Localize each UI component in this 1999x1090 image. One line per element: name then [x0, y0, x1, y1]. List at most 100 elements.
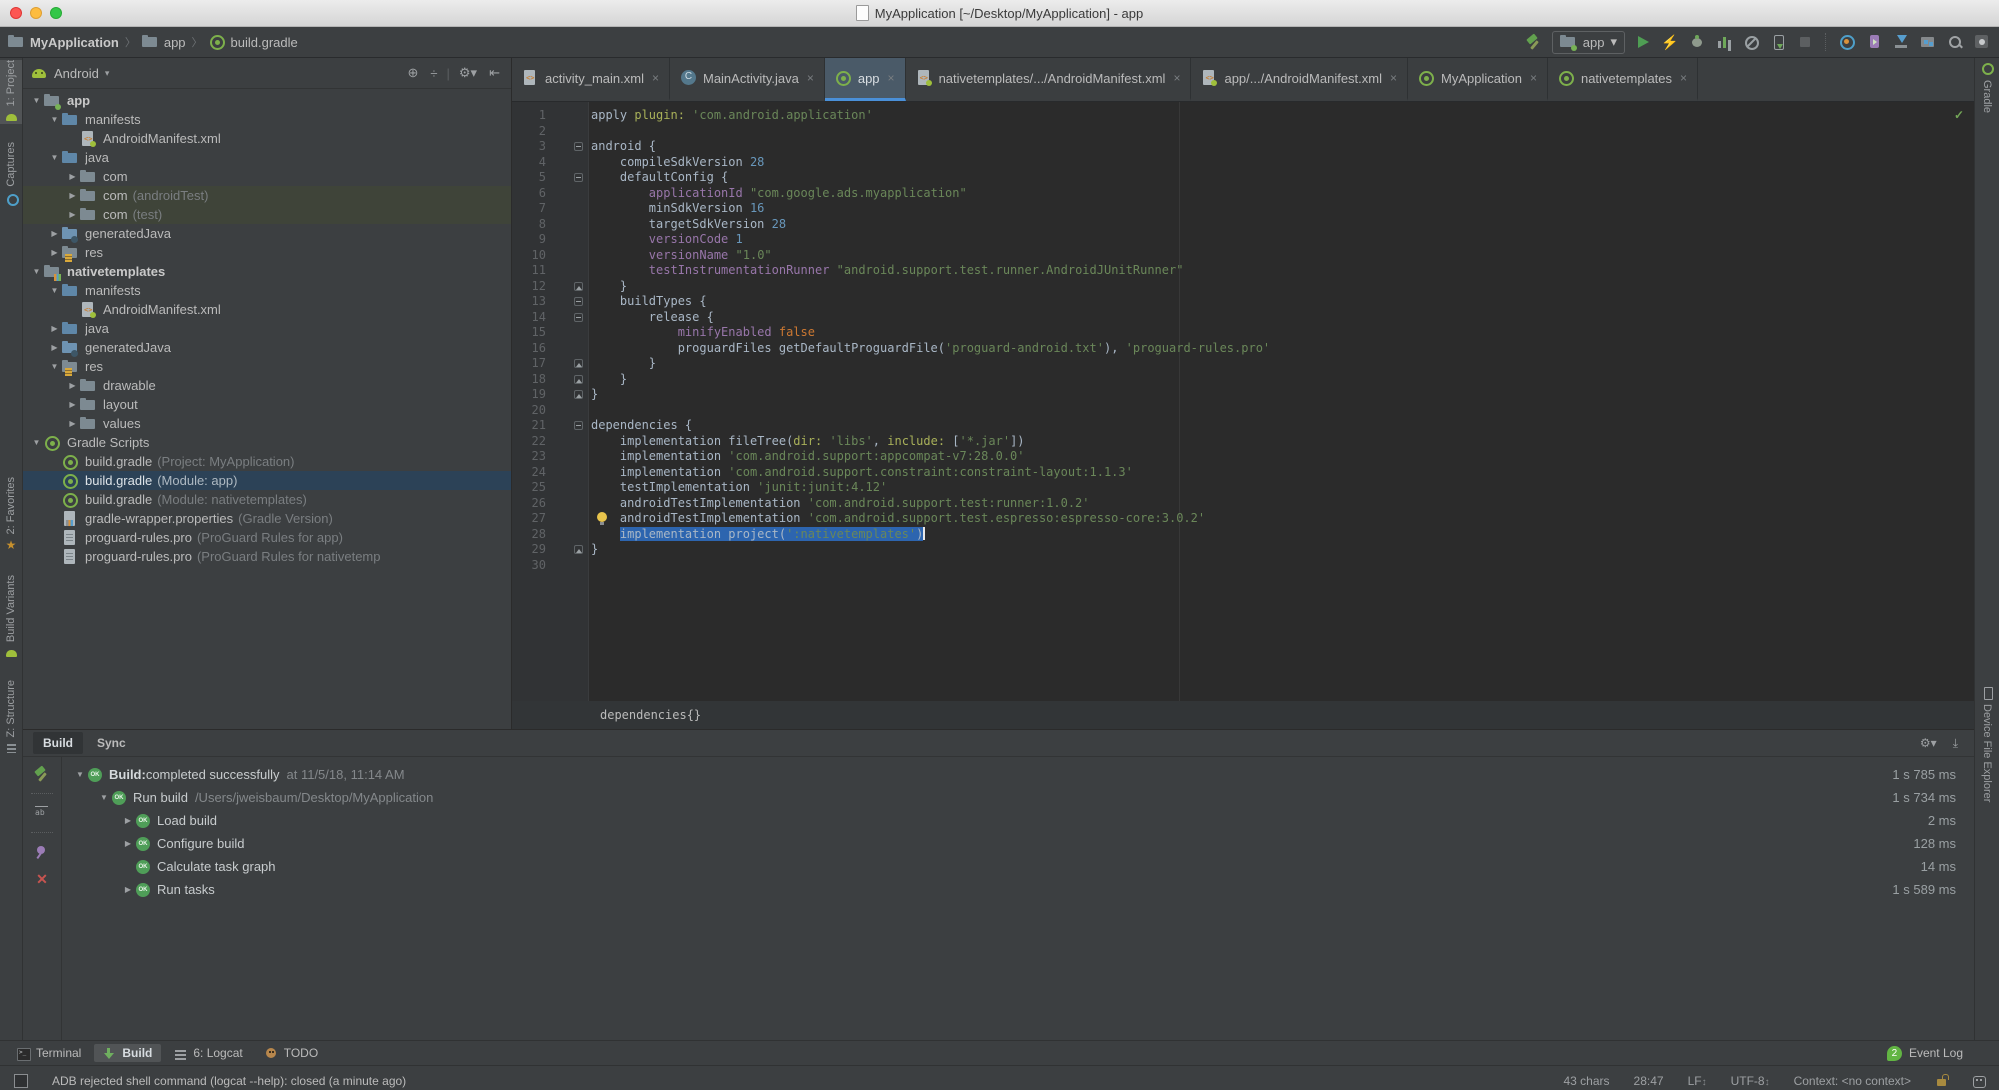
build-collapsed-arrow-icon[interactable]: ▶ [120, 839, 136, 848]
code-text[interactable]: } [588, 279, 627, 295]
build-expanded-arrow-icon[interactable]: ▼ [96, 793, 112, 802]
build-collapsed-arrow-icon[interactable]: ▶ [120, 885, 136, 894]
sdk-manager-icon[interactable] [1892, 33, 1910, 51]
fold-end-icon[interactable] [574, 390, 583, 399]
tab-close-icon[interactable]: × [1530, 71, 1537, 85]
tab-close-icon[interactable]: × [1173, 71, 1180, 85]
zoom-window-button[interactable] [50, 7, 62, 19]
locate-icon[interactable]: ⊕ [404, 65, 421, 81]
stripe-button-z-structure[interactable]: Z: Structure [0, 680, 22, 755]
code-text[interactable]: targetSdkVersion 28 [588, 217, 786, 233]
tree-row[interactable]: proguard-rules.pro (ProGuard Rules for ap… [23, 528, 511, 547]
status-message[interactable]: ADB rejected shell command (logcat --hel… [52, 1074, 406, 1088]
tab-close-icon[interactable]: × [1680, 71, 1687, 85]
tree-collapsed-arrow-icon[interactable]: ▶ [65, 400, 80, 409]
tree-row[interactable]: proguard-rules.pro (ProGuard Rules for na… [23, 547, 511, 566]
chevron-down-icon[interactable]: ▾ [105, 68, 110, 79]
toolwindow-button-terminal[interactable]: Terminal [8, 1044, 90, 1062]
editor-tab-nativetemplates[interactable]: nativetemplates × [1548, 58, 1699, 101]
tree-expanded-arrow-icon[interactable]: ▼ [47, 362, 62, 371]
highlighting-level-icon[interactable] [1972, 1074, 1986, 1088]
code-text[interactable]: implementation fileTree(dir: 'libs', inc… [588, 434, 1025, 450]
code-text[interactable]: proguardFiles getDefaultProguardFile('pr… [588, 341, 1270, 357]
tree-collapsed-arrow-icon[interactable]: ▶ [47, 248, 62, 257]
code-text[interactable]: compileSdkVersion 28 [588, 155, 765, 171]
code-text[interactable]: versionCode 1 [588, 232, 743, 248]
tree-row[interactable]: gradle-wrapper.properties (Gradle Version… [23, 509, 511, 528]
code-editor[interactable]: 1 apply plugin: 'com.android.application'… [512, 102, 1974, 701]
code-text[interactable]: android { [588, 139, 656, 155]
tree-row[interactable]: <> AndroidManifest.xml [23, 129, 511, 148]
avd-manager-icon[interactable] [1865, 33, 1883, 51]
tree-collapsed-arrow-icon[interactable]: ▶ [47, 324, 62, 333]
tab-close-icon[interactable]: × [888, 71, 895, 85]
restart-build-icon[interactable] [33, 765, 51, 783]
build-output-row[interactable]: ▼ OK Build: completed successfully at 11/5/… [62, 763, 1974, 786]
build-expanded-arrow-icon[interactable]: ▼ [72, 770, 88, 779]
fold-collapse-icon[interactable] [574, 297, 583, 306]
fold-end-icon[interactable] [574, 281, 583, 291]
close-icon[interactable]: ✕ [33, 871, 51, 889]
event-log-button[interactable]: 2 Event Log [1886, 1045, 1963, 1061]
tree-collapsed-arrow-icon[interactable]: ▶ [47, 343, 62, 352]
build-tab[interactable]: Build [33, 732, 83, 754]
stripe-button-build-variants[interactable]: Build Variants [0, 575, 22, 660]
code-text[interactable]: buildTypes { [588, 294, 707, 310]
debug-icon[interactable] [1688, 33, 1706, 51]
lock-icon[interactable] [1935, 1074, 1948, 1087]
editor-tab-myapplication[interactable]: MyApplication × [1408, 58, 1548, 101]
tree-row[interactable]: ▶ com (test) [23, 205, 511, 224]
profile-icon[interactable] [1715, 33, 1733, 51]
fold-collapse-icon[interactable] [574, 421, 583, 430]
code-text[interactable]: minSdkVersion 16 [588, 201, 765, 217]
editor-tab-nativetemplates-androidmanifest-xml[interactable]: <> nativetemplates/.../AndroidManifest.xm… [906, 58, 1192, 101]
tree-row[interactable]: build.gradle (Project: MyApplication) [23, 452, 511, 471]
gear-icon[interactable]: ⚙▾ [456, 65, 480, 81]
tree-row[interactable]: ▶ java [23, 319, 511, 338]
attach-debugger-icon[interactable] [1742, 33, 1760, 51]
code-text[interactable]: release { [588, 310, 714, 326]
tree-collapsed-arrow-icon[interactable]: ▶ [65, 191, 80, 200]
apply-changes-icon[interactable]: ⚡ [1661, 33, 1679, 51]
code-text[interactable]: implementation project(':nativetemplates… [588, 526, 926, 543]
code-text[interactable]: } [588, 387, 598, 403]
code-text[interactable]: versionName "1.0" [588, 248, 772, 264]
code-text[interactable]: dependencies { [588, 418, 692, 434]
code-text[interactable] [588, 558, 591, 574]
inspection-ok-icon[interactable]: ✓ [1954, 108, 1964, 122]
layout-inspector-icon[interactable] [1973, 33, 1991, 51]
breadcrumb-item-myapplication[interactable]: MyApplication [8, 34, 119, 50]
stripe-button-2-favorites[interactable]: 2: Favorites ★ [0, 477, 22, 552]
run-icon[interactable] [1634, 33, 1652, 51]
fold-end-icon[interactable] [574, 374, 583, 384]
tree-expanded-arrow-icon[interactable]: ▼ [29, 267, 44, 276]
code-text[interactable]: implementation 'com.android.support:appc… [588, 449, 1025, 465]
tree-expanded-arrow-icon[interactable]: ▼ [47, 153, 62, 162]
code-text[interactable]: apply plugin: 'com.android.application' [588, 108, 873, 124]
tree-row[interactable]: ▶ drawable [23, 376, 511, 395]
stripe-button-device-file-explorer[interactable]: Device File Explorer [1975, 686, 1999, 802]
toolwindow-button-build[interactable]: Build [94, 1044, 162, 1062]
tab-close-icon[interactable]: × [1390, 71, 1397, 85]
editor-tab-mainactivity-java[interactable]: MainActivity.java × [670, 58, 825, 101]
code-text[interactable]: testImplementation 'junit:junit:4.12' [588, 480, 887, 496]
code-text[interactable] [588, 124, 591, 140]
toolwindow-toggle-icon[interactable] [14, 1073, 28, 1088]
fold-collapse-icon[interactable] [574, 142, 583, 151]
tree-expanded-arrow-icon[interactable]: ▼ [29, 438, 44, 447]
fold-collapse-icon[interactable] [574, 312, 583, 322]
build-output-row[interactable]: ▶ OK Configure build 128 ms [62, 832, 1974, 855]
tree-collapsed-arrow-icon[interactable]: ▶ [65, 210, 80, 219]
build-output-row[interactable]: ▶ OK Load build 2 ms [62, 809, 1974, 832]
collapse-all-icon[interactable]: ÷ [427, 66, 440, 81]
code-text[interactable]: } [588, 356, 656, 372]
minimize-window-button[interactable] [30, 7, 42, 19]
tree-row[interactable]: ▶ com [23, 167, 511, 186]
tab-close-icon[interactable]: × [652, 71, 659, 85]
breadcrumb-item-build.gradle[interactable]: build.gradle [209, 34, 298, 50]
tree-row[interactable]: ▶ com (androidTest) [23, 186, 511, 205]
build-output-row[interactable]: ▶ OK Run tasks 1 s 589 ms [62, 878, 1974, 901]
editor-tab-activity-main-xml[interactable]: <> activity_main.xml × [512, 58, 670, 101]
code-text[interactable]: } [588, 542, 598, 558]
gradle-sync-icon[interactable] [1838, 33, 1856, 51]
